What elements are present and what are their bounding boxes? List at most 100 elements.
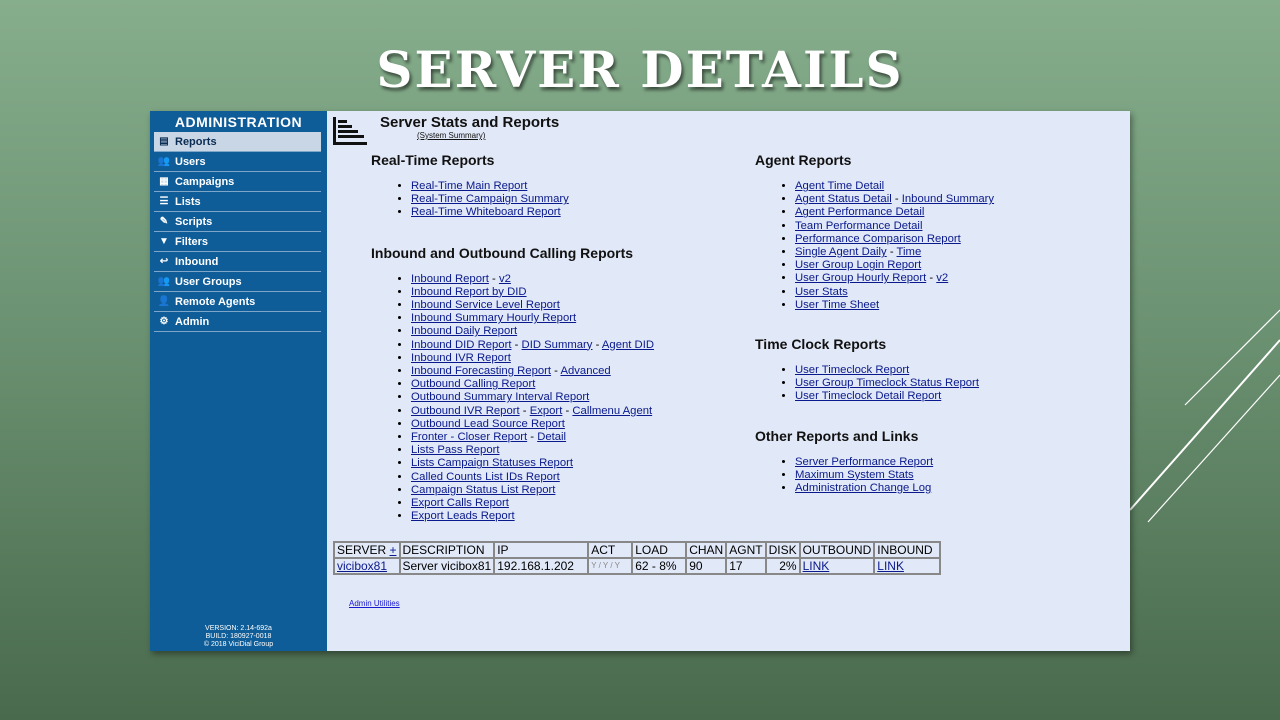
report-link[interactable]: Inbound Forecasting Report (411, 365, 551, 377)
report-link[interactable]: Advanced (560, 365, 610, 377)
lists-icon: ☰ (159, 196, 169, 207)
section-title-timeclock: Time Clock Reports (755, 336, 887, 353)
left-column: Real-Time Reports Real-Time Main Report … (371, 152, 731, 523)
report-link[interactable]: Inbound IVR Report (411, 352, 511, 364)
list-item: User Group Timeclock Status Report (795, 377, 1115, 390)
report-link[interactable]: Inbound Daily Report (411, 325, 517, 337)
report-link[interactable]: Outbound Lead Source Report (411, 418, 565, 430)
list-item: Lists Pass Report (411, 444, 731, 457)
report-link[interactable]: User Timeclock Detail Report (795, 390, 941, 402)
report-link[interactable]: Outbound IVR Report (411, 405, 520, 417)
add-server-link[interactable]: + (389, 543, 396, 557)
outbound-link[interactable]: LINK (803, 559, 830, 573)
list-item: Agent Performance Detail (795, 206, 1115, 219)
report-link[interactable]: Export Leads Report (411, 510, 515, 522)
column-header: ACT (587, 541, 634, 559)
report-link[interactable]: Agent Performance Detail (795, 206, 924, 218)
version-info: VERSION: 2.14-692a BUILD: 180927-0018 © … (150, 625, 327, 649)
inbound-icon: ↩ (159, 256, 169, 267)
sidebar-item-label: Inbound (175, 255, 219, 268)
report-link[interactable]: User Time Sheet (795, 299, 879, 311)
report-link[interactable]: Agent Status Detail (795, 193, 892, 205)
report-link[interactable]: Lists Pass Report (411, 444, 500, 456)
report-link[interactable]: Callmenu Agent (572, 405, 652, 417)
admin-utilities-link[interactable]: Admin Utilities (349, 599, 400, 608)
list-item: Administration Change Log (795, 482, 1115, 495)
table-cell: LINK (798, 557, 876, 575)
table-cell: Server vicibox81 (398, 557, 496, 575)
sidebar-item-users[interactable]: 👥 Users (154, 152, 321, 172)
report-link[interactable]: Outbound Summary Interval Report (411, 391, 589, 403)
list-item: User Stats (795, 286, 1115, 299)
report-link[interactable]: v2 (499, 273, 511, 285)
report-link[interactable]: Lists Campaign Statuses Report (411, 457, 573, 469)
report-link[interactable]: Inbound Service Level Report (411, 299, 560, 311)
sidebar-item-filters[interactable]: ▼ Filters (154, 232, 321, 252)
list-item: Single Agent Daily - Time (795, 246, 1115, 259)
column-header: AGNT (725, 541, 767, 559)
list-item: Outbound Summary Interval Report (411, 391, 731, 404)
report-link[interactable]: Performance Comparison Report (795, 233, 961, 245)
list-item: Inbound Service Level Report (411, 299, 731, 312)
version-text: VERSION: 2.14-692a (205, 625, 272, 632)
report-link[interactable]: Export Calls Report (411, 497, 509, 509)
report-link[interactable]: Administration Change Log (795, 482, 931, 494)
report-link[interactable]: Inbound Summary Hourly Report (411, 312, 576, 324)
report-link[interactable]: Agent DID (602, 339, 654, 351)
report-link[interactable]: Inbound Report (411, 273, 489, 285)
report-link[interactable]: Single Agent Daily (795, 246, 887, 258)
report-link[interactable]: DID Summary (522, 339, 593, 351)
system-summary-link[interactable]: (System Summary) (417, 131, 485, 140)
sidebar-item-user-groups[interactable]: 👥 User Groups (154, 272, 321, 292)
inbound-link[interactable]: LINK (877, 559, 904, 573)
report-link[interactable]: Called Counts List IDs Report (411, 471, 560, 483)
sidebar-item-lists[interactable]: ☰ Lists (154, 192, 321, 212)
report-link[interactable]: Server Performance Report (795, 456, 933, 468)
section-title-realtime: Real-Time Reports (371, 152, 495, 168)
report-link[interactable]: User Group Timeclock Status Report (795, 377, 979, 389)
sidebar-item-campaigns[interactable]: ▦ Campaigns (154, 172, 321, 192)
report-link[interactable]: Real-Time Main Report (411, 180, 527, 192)
list-item: Outbound IVR Report - Export - Callmenu … (411, 405, 731, 418)
report-link[interactable]: User Timeclock Report (795, 364, 909, 376)
report-link[interactable]: Inbound Summary (902, 193, 994, 205)
list-item: Real-Time Main Report (411, 180, 731, 193)
report-link[interactable]: Fronter - Closer Report (411, 431, 527, 443)
server-link[interactable]: vicibox81 (337, 559, 387, 573)
sidebar-item-label: Lists (175, 195, 201, 208)
decorative-lines (1130, 309, 1280, 523)
sidebar-item-admin[interactable]: ⚙ Admin (154, 312, 321, 332)
report-link[interactable]: User Group Hourly Report (795, 272, 926, 284)
report-link[interactable]: Campaign Status List Report (411, 484, 555, 496)
copyright-text: © 2018 ViciDial Group (203, 641, 274, 648)
report-link[interactable]: Export (530, 405, 563, 417)
report-link[interactable]: Inbound Report by DID (411, 286, 527, 298)
report-link[interactable]: Team Performance Detail (795, 220, 922, 232)
column-header: IP (493, 541, 590, 559)
report-link[interactable]: Real-Time Campaign Summary (411, 193, 569, 205)
list-item: User Group Login Report (795, 259, 1115, 272)
list-item: Lists Campaign Statuses Report (411, 457, 731, 470)
report-link[interactable]: Maximum System Stats (795, 469, 914, 481)
sidebar-title: ADMINISTRATION (174, 114, 303, 130)
list-item: Real-Time Campaign Summary (411, 193, 731, 206)
agent-list: Agent Time Detail Agent Status Detail - … (755, 180, 1115, 312)
realtime-list: Real-Time Main Report Real-Time Campaign… (371, 180, 731, 220)
report-link[interactable]: User Stats (795, 286, 848, 298)
list-item: Called Counts List IDs Report (411, 471, 731, 484)
report-link[interactable]: v2 (936, 272, 948, 284)
report-link[interactable]: Outbound Calling Report (411, 378, 535, 390)
report-link[interactable]: User Group Login Report (795, 259, 921, 271)
users-icon: 👥 (157, 156, 171, 167)
sidebar-item-reports[interactable]: ▤ Reports (154, 132, 321, 152)
sidebar-item-scripts[interactable]: ✎ Scripts (154, 212, 321, 232)
report-link[interactable]: Agent Time Detail (795, 180, 884, 192)
report-link[interactable]: Time (897, 246, 922, 258)
report-link[interactable]: Real-Time Whiteboard Report (411, 206, 561, 218)
list-item: Inbound Report by DID (411, 286, 731, 299)
report-link[interactable]: Inbound DID Report (411, 339, 511, 351)
sidebar-item-inbound[interactable]: ↩ Inbound (154, 252, 321, 272)
list-item: Inbound DID Report - DID Summary - Agent… (411, 339, 731, 352)
report-link[interactable]: Detail (537, 431, 566, 443)
sidebar-item-remote-agents[interactable]: 👤 Remote Agents (154, 292, 321, 312)
